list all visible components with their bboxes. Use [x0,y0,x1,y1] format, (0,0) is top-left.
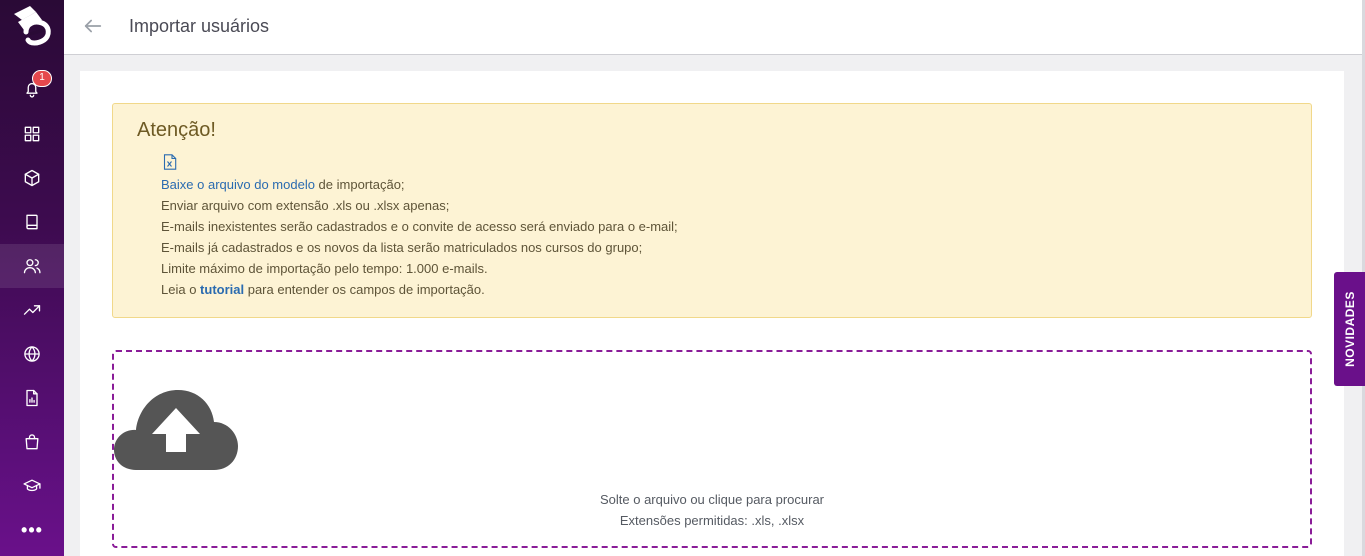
logo-icon[interactable] [8,2,56,50]
novidades-tab[interactable]: NOVIDADES [1334,272,1365,386]
book-icon [26,214,38,230]
shopping-bag-icon [25,434,39,450]
arrow-left-icon [84,19,102,33]
sidebar: 1 ••• [0,0,64,556]
alert-line: E-mails inexistentes serão cadastrados e… [161,219,678,234]
alert-line-tutorial: Leia o tutorial para entender os campos … [161,279,678,300]
sidebar-item-courses[interactable] [0,200,64,244]
more-icon: ••• [21,520,43,540]
sidebar-item-dashboard[interactable] [0,112,64,156]
file-dropzone[interactable]: Solte o arquivo ou clique para procurar … [112,350,1312,548]
excel-file-icon[interactable] [163,154,177,170]
alert-line: E-mails já cadastrados e os novos da lis… [161,240,643,255]
sidebar-item-analytics[interactable] [0,288,64,332]
page-header: Importar usuários [64,0,1362,55]
dropzone-instruction: Solte o arquivo ou clique para procurar [599,492,825,507]
graduation-cap-icon [23,479,41,492]
globe-icon [24,346,40,362]
back-button[interactable] [82,15,106,39]
download-suffix-text: de importação; [314,177,405,192]
sidebar-item-products[interactable] [0,156,64,200]
notification-badge: 1 [32,70,52,87]
trending-up-icon [23,305,41,315]
sidebar-item-site[interactable] [0,332,64,376]
alert-line: Enviar arquivo com extensão .xls ou .xls… [161,198,450,213]
download-template-link[interactable]: Baixe o arquivo do modelo [161,177,315,192]
grid-icon [24,126,40,142]
alert-title: Atenção! [137,119,216,141]
content-card: Atenção! Baixe o arquivo do modelo de im… [80,71,1344,556]
warning-alert: Atenção! Baixe o arquivo do modelo de im… [112,103,1312,318]
sidebar-item-users[interactable] [0,244,64,288]
users-icon [23,259,41,274]
box-icon [24,169,40,187]
tutorial-suffix-text: para entender os campos de importação. [244,282,485,297]
sidebar-item-more[interactable]: ••• [0,508,64,552]
sidebar-item-store[interactable] [0,420,64,464]
novidades-label: NOVIDADES [1342,291,1357,367]
tutorial-prefix-text: Leia o [161,282,201,297]
page-title: Importar usuários [129,16,270,36]
sidebar-item-reports[interactable] [0,376,64,420]
report-file-icon [26,389,38,407]
cloud-upload-icon [114,386,238,470]
alert-instructions: Baixe o arquivo do modelo de importação;… [161,174,678,300]
sidebar-item-academy[interactable] [0,464,64,508]
sidebar-item-notifications[interactable]: 1 [0,67,64,111]
alert-line-download: Baixe o arquivo do modelo de importação; [161,174,678,195]
alert-line: Limite máximo de importação pelo tempo: … [161,261,488,276]
dropzone-extensions: Extensões permitidas: .xls, .xlsx [619,513,805,528]
tutorial-link[interactable]: tutorial [200,282,244,297]
